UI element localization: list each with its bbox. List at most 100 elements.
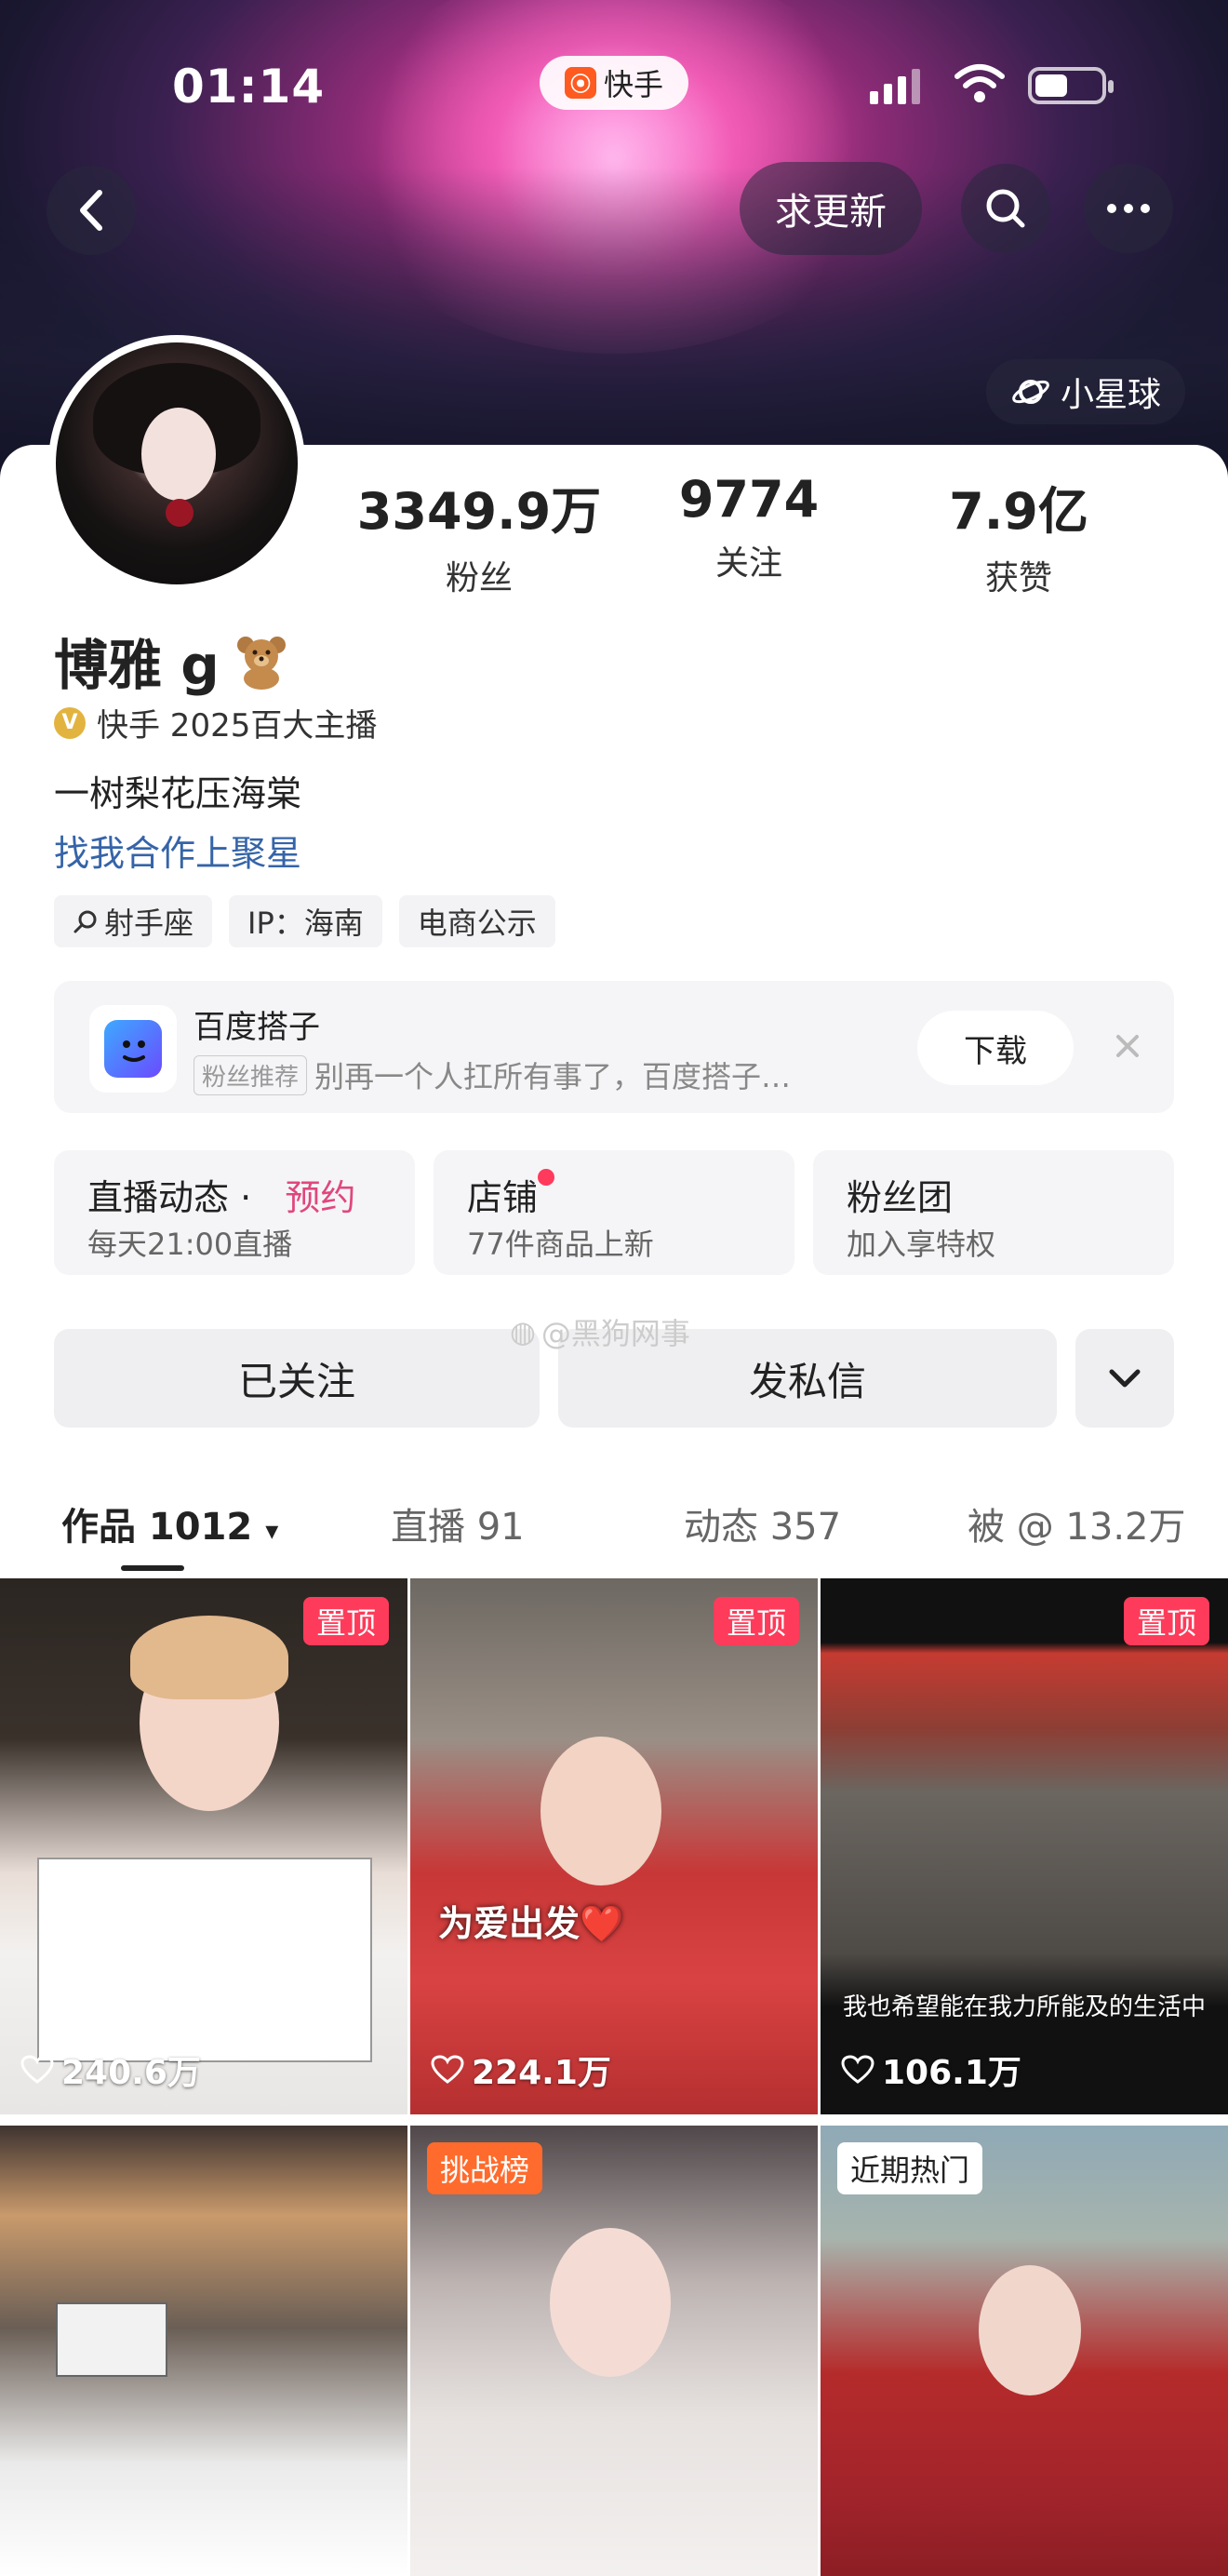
stat-likes[interactable]: 7.9亿 获赞 <box>893 470 1144 599</box>
feature-subtitle: 77件商品上新 <box>467 1227 654 1262</box>
close-icon[interactable] <box>1103 1022 1152 1070</box>
shop-card[interactable]: 店铺 77件商品上新 <box>434 1150 794 1275</box>
download-button[interactable]: 下载 <box>917 1011 1074 1085</box>
chevron-left-icon <box>80 190 102 231</box>
video-tile[interactable]: 我也希望能在我力所能及的生活中 置顶 106.1万 <box>821 1578 1228 2114</box>
video-tile[interactable] <box>0 2126 407 2576</box>
ad-desc-text: 别再一个人扛所有事了，百度搭子… <box>314 1059 792 1094</box>
video-caption: 我也希望能在我力所能及的生活中 <box>842 1993 1206 2021</box>
stats-row: 3349.9万 粉丝 9774 关注 7.9亿 获赞 <box>354 470 1172 597</box>
ad-tag: 粉丝推荐 <box>194 1054 308 1095</box>
chevron-down-icon <box>1109 1369 1141 1388</box>
feature-row: 直播动态 · 预约 每天21:00直播 店铺 77件商品上新 粉丝团 加入享特权 <box>54 1150 1174 1275</box>
video-overlay-text: 为爱出发❤️ <box>438 1903 624 1944</box>
watermark: ◍ @黑狗网事 <box>510 1310 690 1353</box>
heart-icon <box>20 2055 54 2084</box>
baidu-dazi-app-icon <box>89 1005 177 1093</box>
stat-label: 获赞 <box>984 559 1052 597</box>
caret-down-icon: ▾ <box>265 1515 279 1546</box>
weibo-icon: ◍ <box>510 1314 536 1349</box>
more-dots-icon <box>1107 204 1116 213</box>
stat-label: 粉丝 <box>445 559 513 597</box>
teddy-bear-icon <box>236 637 286 690</box>
tab-mentions[interactable]: 被 @ 13.2万 <box>968 1496 1186 1550</box>
verified-badge-icon: V <box>54 706 86 739</box>
tag-ip: IP：海南 <box>229 895 382 947</box>
feature-subtitle: 每天21:00直播 <box>87 1227 293 1262</box>
feature-title: 直播动态 · 预约 <box>87 1177 356 1218</box>
ad-description: 粉丝推荐 别再一个人扛所有事了，百度搭子… <box>194 1053 791 1096</box>
new-dot-badge <box>538 1169 554 1186</box>
expand-button[interactable] <box>1075 1329 1174 1428</box>
tab-works[interactable]: 作品 1012 ▾ <box>61 1496 278 1550</box>
little-planet-button[interactable]: 小星球 <box>986 359 1185 424</box>
profile-name-text: 博雅 g <box>54 634 220 697</box>
tag-label: 电商公示 <box>417 906 537 941</box>
feature-title: 店铺 <box>467 1177 539 1218</box>
video-tile[interactable]: 置顶 240.6万 <box>0 1578 407 2114</box>
tab-active-indicator <box>121 1565 184 1571</box>
stat-label: 关注 <box>714 544 782 583</box>
status-time: 01:14 <box>172 60 326 114</box>
battery-icon <box>1028 67 1114 104</box>
tag-zodiac[interactable]: 射手座 <box>54 895 213 947</box>
tab-moments[interactable]: 动态 357 <box>684 1496 841 1550</box>
profile-page: 01:14 ⦿ 快手 求更新 小星球 3349.9万 粉丝 9774 关注 7.… <box>0 0 1228 2576</box>
kuaishou-logo-icon: ⦿ <box>564 67 596 99</box>
tag-label: IP：海南 <box>247 906 364 941</box>
like-count: 224.1万 <box>431 2046 611 2094</box>
fan-club-card[interactable]: 粉丝团 加入享特权 <box>813 1150 1174 1275</box>
heart-icon <box>841 2055 874 2084</box>
tag-label: 射手座 <box>104 906 194 941</box>
video-tile[interactable]: 挑战榜 <box>410 2126 818 2576</box>
tab-live[interactable]: 直播 91 <box>391 1496 525 1550</box>
avatar[interactable] <box>48 335 305 592</box>
creator-badge-text: 快手 2025百大主播 <box>97 707 378 745</box>
profile-bio: 一树梨花压海棠 <box>54 773 302 814</box>
cooperation-link[interactable]: 找我合作上聚星 <box>54 825 301 876</box>
following-button[interactable]: 已关注 <box>54 1329 540 1428</box>
stat-value: 9774 <box>678 470 820 529</box>
stat-following[interactable]: 9774 关注 <box>623 470 874 584</box>
request-update-button[interactable]: 求更新 <box>740 162 922 255</box>
ad-banner[interactable]: 百度搭子 粉丝推荐 别再一个人扛所有事了，百度搭子… 下载 <box>54 981 1174 1113</box>
signal-icon <box>870 69 920 104</box>
trending-badge: 近期热门 <box>837 2142 983 2194</box>
feature-title: 粉丝团 <box>847 1177 954 1218</box>
like-count: 240.6万 <box>20 2046 201 2094</box>
tab-label: 作品 1012 <box>61 1506 253 1549</box>
watermark-text: @黑狗网事 <box>541 1316 690 1351</box>
video-grid: 置顶 240.6万 为爱出发❤️ 置顶 224.1万 我也希望能在我力所能及的生… <box>0 1578 1228 2576</box>
challenge-badge: 挑战榜 <box>427 2142 543 2194</box>
profile-tags: 射手座 IP：海南 电商公示 <box>54 895 555 947</box>
planet-icon <box>1012 380 1049 404</box>
pinned-badge: 置顶 <box>713 1597 799 1645</box>
tag-ecommerce[interactable]: 电商公示 <box>398 895 555 947</box>
back-button[interactable] <box>47 166 136 255</box>
live-schedule-card[interactable]: 直播动态 · 预约 每天21:00直播 <box>54 1150 415 1275</box>
stat-fans[interactable]: 3349.9万 粉丝 <box>354 470 605 599</box>
planet-label: 小星球 <box>1060 376 1161 414</box>
like-count: 106.1万 <box>841 2046 1021 2094</box>
video-tile[interactable]: 近期热门 <box>821 2126 1228 2576</box>
feature-subtitle: 加入享特权 <box>847 1227 996 1262</box>
stat-value: 3349.9万 <box>356 482 602 541</box>
creator-badge[interactable]: V 快手 2025百大主播 <box>54 700 377 745</box>
reserve-link[interactable]: 预约 <box>285 1177 355 1218</box>
pinned-badge: 置顶 <box>1123 1597 1209 1645</box>
status-bar: 01:14 ⦿ 快手 <box>0 56 1228 121</box>
search-icon <box>986 189 1025 228</box>
search-small-icon <box>73 910 97 933</box>
video-tile[interactable]: 为爱出发❤️ 置顶 224.1万 <box>410 1578 818 2114</box>
app-indicator[interactable]: ⦿ 快手 <box>540 56 688 110</box>
more-options-button[interactable] <box>1084 164 1173 253</box>
ad-title: 百度搭子 <box>194 1009 320 1046</box>
nav-right-group: 求更新 <box>740 162 1177 255</box>
search-button[interactable] <box>961 164 1050 253</box>
profile-name: 博雅 g <box>54 622 290 700</box>
wifi-icon <box>954 64 1005 102</box>
stat-value: 7.9亿 <box>949 482 1088 541</box>
pinned-badge: 置顶 <box>302 1597 389 1645</box>
heart-icon <box>431 2055 464 2084</box>
app-name: 快手 <box>603 67 663 102</box>
